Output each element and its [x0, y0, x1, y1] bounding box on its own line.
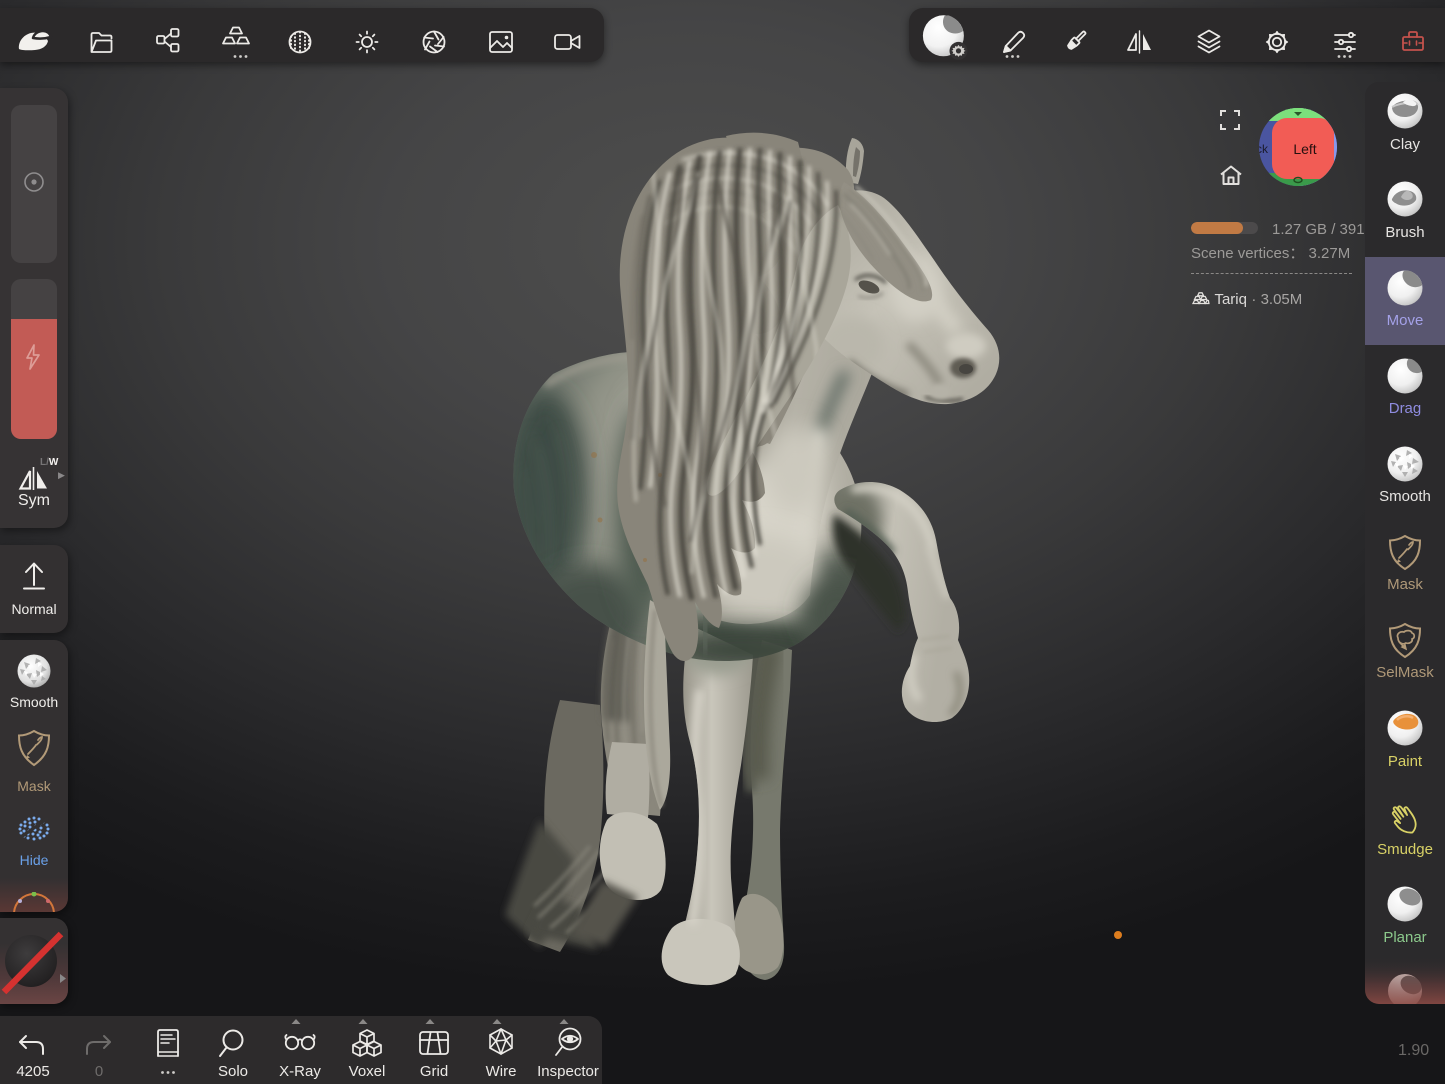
svg-text:Grid: Grid [420, 1063, 448, 1080]
svg-text:Solo: Solo [218, 1063, 248, 1080]
svg-text:Paint: Paint [1388, 753, 1423, 770]
svg-text:Smooth: Smooth [1379, 488, 1431, 505]
svg-text:0: 0 [95, 1063, 103, 1080]
svg-text:Brush: Brush [1385, 224, 1424, 241]
svg-text:Planar: Planar [1383, 929, 1426, 946]
svg-text:Clay: Clay [1390, 136, 1421, 153]
svg-text:Left: Left [1293, 141, 1316, 157]
svg-text:Inspector: Inspector [537, 1063, 599, 1080]
svg-text:Mask: Mask [1387, 576, 1423, 593]
svg-text:Voxel: Voxel [349, 1063, 386, 1080]
svg-text:SelMask: SelMask [1376, 664, 1434, 681]
svg-text:Wire: Wire [486, 1063, 517, 1080]
svg-text:4205: 4205 [16, 1063, 49, 1080]
svg-text:Drag: Drag [1389, 400, 1422, 417]
svg-text:Move: Move [1387, 312, 1424, 329]
svg-text:Smudge: Smudge [1377, 841, 1433, 858]
svg-text:ck: ck [1258, 142, 1269, 156]
svg-text:X-Ray: X-Ray [279, 1063, 321, 1080]
